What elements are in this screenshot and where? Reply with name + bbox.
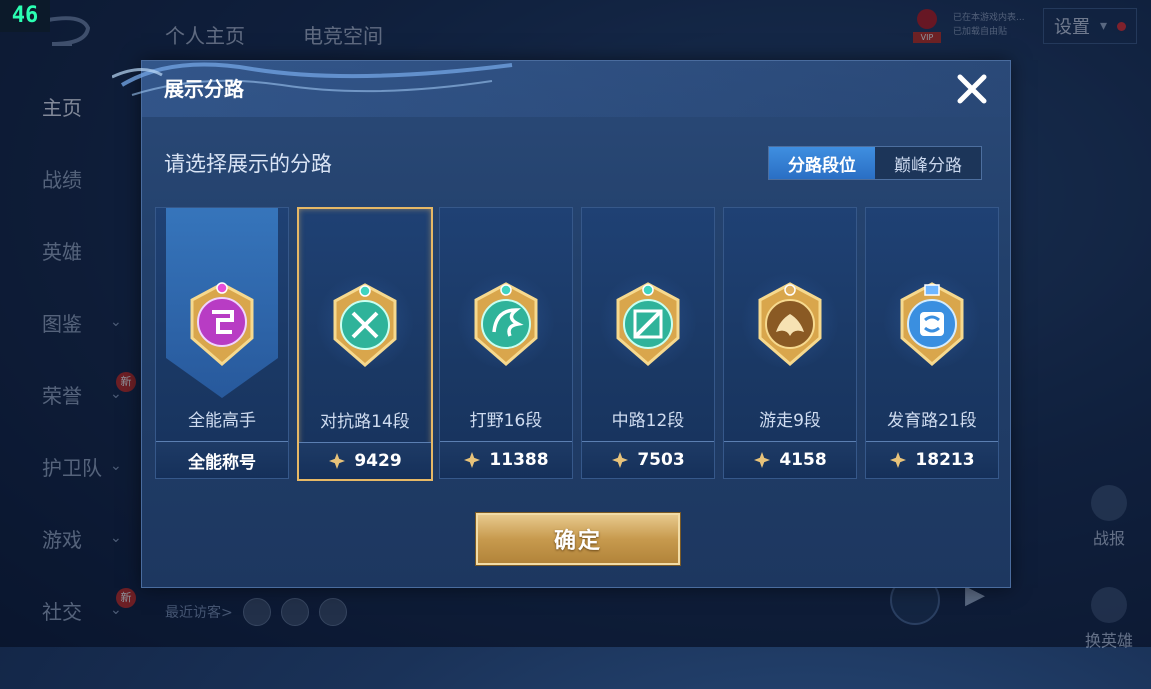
- confirm-button[interactable]: 确定: [476, 513, 680, 565]
- lane-category: 打野16段: [469, 411, 543, 431]
- lane-category: 中路12段: [611, 411, 685, 431]
- dialog-subtitle: 请选择展示的分路: [164, 152, 332, 176]
- lane-card-farm[interactable]: 发育路21段 18213: [865, 207, 999, 479]
- lane-category: 发育路21段: [887, 411, 977, 431]
- lane-category: 对抗路14段: [320, 412, 410, 432]
- lane-card-roam[interactable]: 游走9段 4158: [723, 207, 857, 479]
- farm-lane-emblem-icon: [900, 282, 964, 366]
- dialog-title: 展示分路: [164, 77, 244, 101]
- lane-card-jungle[interactable]: 打野16段 11388: [439, 207, 573, 479]
- tab-lane-rank[interactable]: 分路段位: [769, 147, 875, 179]
- rank-points-icon: [329, 453, 346, 469]
- lane-footer: 18213: [866, 441, 998, 478]
- jungle-emblem-icon: [474, 282, 538, 366]
- lane-score: 18213: [915, 450, 975, 470]
- mid-lane-emblem-icon: [616, 282, 680, 366]
- all-round-emblem-icon: [190, 282, 254, 366]
- roam-emblem-icon: [758, 282, 822, 366]
- lane-score: 11388: [489, 450, 549, 470]
- lane-score: 9429: [354, 451, 402, 471]
- lane-footer: 全能称号: [156, 441, 288, 478]
- close-icon[interactable]: [952, 69, 992, 109]
- rank-points-icon: [612, 452, 629, 468]
- rank-points-icon: [464, 452, 481, 468]
- lane-category: 游走9段: [759, 411, 821, 431]
- lane-card-clash[interactable]: 对抗路14段 9429: [297, 207, 433, 481]
- lane-tab-switch: 分路段位 巅峰分路: [768, 146, 982, 180]
- rank-points-icon: [890, 452, 907, 468]
- clash-lane-emblem-icon: [333, 283, 397, 367]
- lane-footer: 7503: [582, 441, 714, 478]
- lane-footer: 9429: [299, 442, 431, 479]
- lane-category: 全能高手: [188, 411, 256, 431]
- tab-peak-lane[interactable]: 巅峰分路: [875, 147, 981, 179]
- lane-score: 7503: [637, 450, 685, 470]
- lane-card-all-round[interactable]: 全能高手 全能称号: [155, 207, 289, 479]
- title-label: 全能称号: [188, 452, 256, 473]
- lane-card-list: 全能高手 全能称号 对抗路14段 9429 打野16段 11388 中路12段 …: [155, 207, 999, 481]
- lane-footer: 4158: [724, 441, 856, 478]
- lane-footer: 11388: [440, 441, 572, 478]
- rank-points-icon: [754, 452, 771, 468]
- lane-score: 4158: [779, 450, 827, 470]
- fps-counter: 46: [0, 0, 50, 32]
- show-lane-dialog: 展示分路 请选择展示的分路 分路段位 巅峰分路 全能高手 全能称号 对抗路14段…: [112, 60, 1011, 588]
- lane-card-mid[interactable]: 中路12段 7503: [581, 207, 715, 479]
